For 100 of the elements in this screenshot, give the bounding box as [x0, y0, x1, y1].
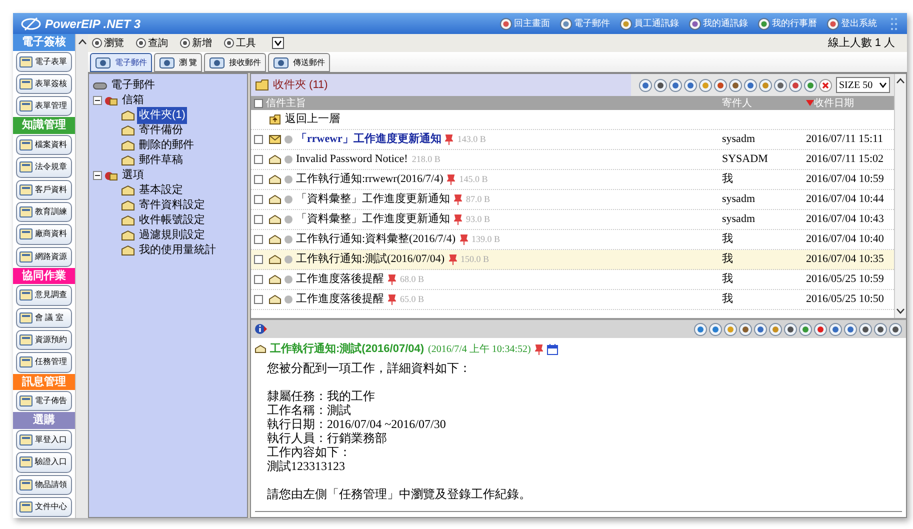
mail-subject[interactable]: 工作進度落後提醒	[296, 271, 384, 288]
tree-node[interactable]: 選項	[120, 167, 146, 184]
round-toolbar-button[interactable]	[669, 78, 682, 92]
tree-item[interactable]: 刪除的郵件	[137, 137, 196, 154]
mail-subject[interactable]: Invalid Password Notice!	[296, 151, 408, 168]
selected-mail-row[interactable]: 工作執行通知:測試(2016/07/04) 150.0 B 我 2016/07/04 10:35	[251, 250, 894, 270]
tab[interactable]: 接收郵件	[204, 53, 266, 72]
round-toolbar-button[interactable]	[889, 322, 902, 336]
round-toolbar-button[interactable]	[829, 322, 842, 336]
checkbox[interactable]	[254, 155, 263, 164]
mail-row[interactable]: 工作進度落後提醒 68.0 B 我 2016/05/25 10:59	[251, 270, 894, 290]
mail-subject[interactable]: 「rrwewr」工作進度更新通知	[296, 131, 442, 148]
expander-toggle[interactable]	[93, 96, 102, 105]
round-toolbar-button[interactable]	[639, 78, 652, 92]
menu-item[interactable]: 瀏覽	[92, 36, 124, 50]
tree-item[interactable]: 收件夾(1)	[137, 107, 188, 124]
round-toolbar-button[interactable]	[769, 322, 782, 336]
checkbox[interactable]	[254, 235, 263, 244]
preview-date: (2016/7/4 上午 10:34:52)	[428, 342, 531, 357]
menu-item[interactable]: 工具	[224, 36, 256, 50]
page-size-select[interactable]: SIZE 50	[836, 77, 890, 93]
round-toolbar-button[interactable]	[859, 322, 872, 336]
sidebar-button[interactable]: 檔案資料	[16, 134, 72, 156]
mail-row[interactable]: 工作執行通知:資料彙整(2016/7/4) 139.0 B 我 2016/07/04 10:40	[251, 230, 894, 250]
sidebar-button[interactable]: 資源預約	[16, 330, 72, 350]
round-toolbar-button[interactable]	[789, 78, 802, 92]
round-toolbar-button[interactable]	[739, 322, 752, 336]
mail-subject[interactable]: 工作執行通知:測試(2016/07/04)	[296, 251, 444, 268]
mail-subject[interactable]: 工作進度落後提醒	[296, 291, 384, 308]
tree-item[interactable]: 郵件草稿	[137, 152, 185, 169]
mail-subject[interactable]: 「資料彙整」工作進度更新通知	[296, 211, 450, 228]
round-toolbar-button[interactable]	[709, 322, 722, 336]
mail-row[interactable]: 「資料彙整」工作進度更新通知 87.0 B sysadm 2016/07/04 10:44	[251, 190, 894, 210]
mail-row[interactable]: 「資料彙整」工作進度更新通知 93.0 B sysadm 2016/07/04 10:43	[251, 210, 894, 230]
sidebar-button[interactable]: 客戶資料	[16, 180, 72, 200]
checkbox[interactable]	[254, 175, 263, 184]
expander-toggle[interactable]	[93, 171, 102, 180]
tree-item[interactable]: 基本設定	[137, 182, 185, 199]
round-toolbar-button[interactable]	[844, 322, 857, 336]
round-toolbar-button[interactable]	[774, 78, 787, 92]
sidebar-button[interactable]: 表單簽核	[16, 74, 72, 94]
tree-node[interactable]: 信箱	[120, 92, 146, 109]
checkbox[interactable]	[254, 215, 263, 224]
mail-subject[interactable]: 工作執行通知:rrwewr(2016/7/4)	[296, 171, 444, 188]
round-toolbar-button[interactable]	[799, 322, 812, 336]
round-toolbar-button[interactable]	[654, 78, 667, 92]
round-toolbar-button[interactable]	[759, 78, 772, 92]
sidebar-button[interactable]: 電子佈告	[16, 391, 72, 412]
round-toolbar-button[interactable]	[684, 78, 697, 92]
round-toolbar-button[interactable]	[714, 78, 727, 92]
sidebar-button[interactable]: 會 議 室	[16, 308, 72, 328]
checkbox[interactable]	[254, 255, 263, 264]
sidebar-button[interactable]: 網路資源	[16, 246, 72, 267]
round-toolbar-button[interactable]	[744, 78, 757, 92]
sidebar-button[interactable]: 法令規章	[16, 157, 72, 178]
round-toolbar-button[interactable]	[724, 322, 737, 336]
sidebar-button[interactable]: 任務管理	[16, 352, 72, 373]
round-toolbar-button[interactable]	[784, 322, 797, 336]
round-toolbar-button[interactable]	[814, 322, 827, 336]
round-toolbar-button[interactable]	[699, 78, 712, 92]
tree-item[interactable]: 我的使用量統計	[137, 242, 218, 259]
mail-subject[interactable]: 工作執行通知:資料彙整(2016/7/4)	[296, 231, 456, 248]
checkbox[interactable]	[254, 135, 263, 144]
round-toolbar-button[interactable]	[729, 78, 742, 92]
checkbox[interactable]	[254, 295, 263, 304]
tree-item[interactable]: 過濾規則設定	[137, 227, 207, 244]
up-level-link[interactable]: 返回上一層	[285, 111, 340, 128]
tree-item[interactable]: 寄件資料設定	[137, 197, 207, 214]
sidebar-button[interactable]: 單登入口	[16, 430, 72, 450]
sidebar-button[interactable]: 表單管理	[16, 96, 72, 116]
sidebar-button[interactable]: 電子表單	[16, 52, 72, 72]
tree-item[interactable]: 寄件備份	[137, 122, 185, 139]
sidebar-button[interactable]: 驗證入口	[16, 452, 72, 472]
round-toolbar-button[interactable]	[874, 322, 887, 336]
mail-row[interactable]: 「rrwewr」工作進度更新通知 143.0 B sysadm 2016/07/11 15:11	[251, 130, 894, 150]
dropdown-button[interactable]	[272, 37, 284, 49]
round-toolbar-button[interactable]	[804, 78, 817, 92]
sidebar-button[interactable]: 文件中心	[16, 496, 72, 518]
mail-row[interactable]: 工作執行通知:rrwewr(2016/7/4) 145.0 B 我 2016/07/04 10:59	[251, 170, 894, 190]
dot-icon	[789, 78, 802, 92]
round-toolbar-button[interactable]	[694, 322, 707, 336]
checkbox[interactable]	[254, 275, 263, 284]
select-all-checkbox[interactable]	[254, 98, 263, 108]
mail-row[interactable]: 工作進度落後提醒 65.0 B 我 2016/05/25 10:50	[251, 290, 894, 310]
round-toolbar-button[interactable]	[754, 322, 767, 336]
mail-subject[interactable]: 「資料彙整」工作進度更新通知	[296, 191, 450, 208]
close-button[interactable]	[819, 78, 832, 92]
menu-item[interactable]: 查詢	[136, 36, 168, 50]
menu-item[interactable]: 新增	[180, 36, 212, 50]
sidebar-button[interactable]: 意見調查	[16, 285, 72, 306]
tab[interactable]: 傳送郵件	[268, 53, 330, 72]
tab[interactable]: 電子郵件	[90, 53, 152, 72]
top-link[interactable]: 員工通訊錄	[620, 16, 679, 30]
sidebar-button[interactable]: 物品請領	[16, 474, 72, 495]
tree-node[interactable]: 電子郵件	[109, 77, 157, 94]
sidebar-button[interactable]: 廠商資料	[16, 224, 72, 244]
tree-item[interactable]: 收件帳號設定	[137, 212, 207, 229]
tab[interactable]: 瀏 覽	[154, 53, 202, 72]
checkbox[interactable]	[254, 195, 263, 204]
sidebar-button[interactable]: 教育訓練	[16, 202, 72, 222]
